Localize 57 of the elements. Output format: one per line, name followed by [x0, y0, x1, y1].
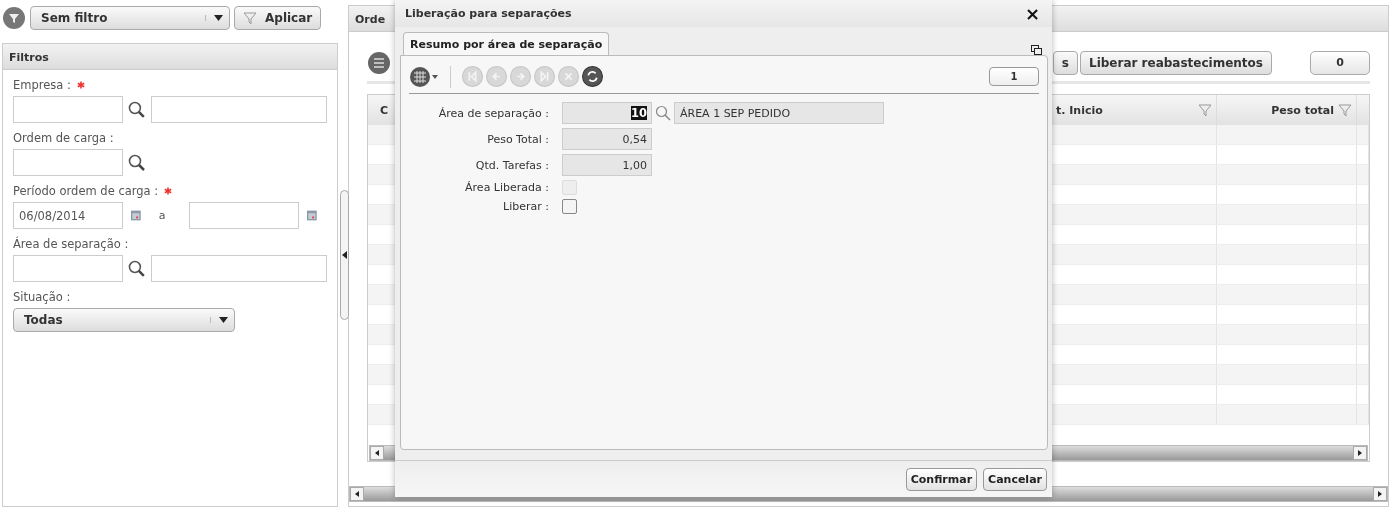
field-label: Liberar :	[503, 200, 549, 213]
field-label: Área de separação :	[13, 237, 129, 251]
collapse-icon	[342, 251, 347, 259]
window-restore-icon[interactable]	[1031, 45, 1042, 55]
field-label: Qtd. Tarefas :	[475, 158, 549, 172]
code-field[interactable]	[13, 149, 123, 176]
filter-icon	[1338, 103, 1352, 117]
number-field: 0,54	[562, 128, 652, 150]
caret-icon	[219, 317, 228, 323]
date-field[interactable]	[189, 202, 300, 229]
field-label: Ordem de carga :	[13, 131, 114, 145]
calendar-icon[interactable]	[131, 208, 141, 223]
tab[interactable]: Resumo por área de separação	[403, 32, 610, 56]
scroll-left-icon[interactable]	[355, 491, 359, 497]
action-button[interactable]: Liberar reabastecimentos	[1080, 50, 1272, 75]
close-button[interactable]: ×	[1024, 3, 1040, 24]
record-number: 1	[989, 67, 1039, 86]
description-field: ÁREA 1 SEP PEDIDO	[674, 102, 884, 124]
refresh-icon[interactable]	[582, 66, 603, 87]
scroll-right-icon[interactable]	[1358, 450, 1362, 456]
scroll-right-icon[interactable]	[1378, 491, 1382, 497]
caret-icon	[214, 15, 223, 21]
panel-title: Filtros	[3, 44, 337, 70]
code-field[interactable]	[13, 96, 123, 123]
calendar-icon[interactable]	[307, 208, 317, 223]
field-label: Empresa :	[13, 78, 71, 92]
action-button[interactable]: s	[1052, 50, 1078, 75]
menu-icon[interactable]	[367, 50, 391, 75]
field-label: Período ordem de carga :	[13, 184, 159, 198]
field-label: Peso Total :	[487, 132, 549, 146]
description-field[interactable]	[150, 255, 327, 282]
grid-menu-icon[interactable]	[409, 65, 439, 88]
date-field[interactable]: 06/08/2014	[13, 202, 123, 229]
search-icon[interactable]	[127, 152, 147, 173]
status-dropdown[interactable]: Todas	[13, 308, 235, 332]
checkbox[interactable]	[562, 199, 577, 214]
splitter-handle[interactable]	[340, 190, 349, 320]
description-field[interactable]	[150, 96, 327, 123]
range-separator: a	[157, 209, 167, 222]
filter-icon	[243, 11, 257, 25]
filter-icon	[1198, 103, 1212, 117]
filter-menu-icon[interactable]	[2, 6, 26, 30]
search-icon[interactable]	[127, 258, 147, 279]
confirm-button[interactable]: Confirmar	[905, 467, 978, 491]
scroll-left-icon[interactable]	[375, 450, 379, 456]
search-icon[interactable]	[127, 99, 147, 120]
field-label: Área de separação :	[438, 106, 549, 120]
number-field: 1,00	[562, 154, 652, 176]
filter-dropdown[interactable]: Sem filtro	[30, 6, 230, 30]
code-field[interactable]: 10	[562, 102, 652, 124]
field-label: Área Liberada :	[465, 181, 549, 194]
field-label: Situação :	[13, 290, 71, 304]
code-field[interactable]	[13, 255, 123, 282]
dialog-title: Liberação para separações	[405, 7, 572, 20]
apply-button[interactable]: Aplicar	[234, 6, 322, 30]
record-count: 0	[1310, 50, 1370, 75]
cancel-button[interactable]: Cancelar	[983, 467, 1047, 491]
